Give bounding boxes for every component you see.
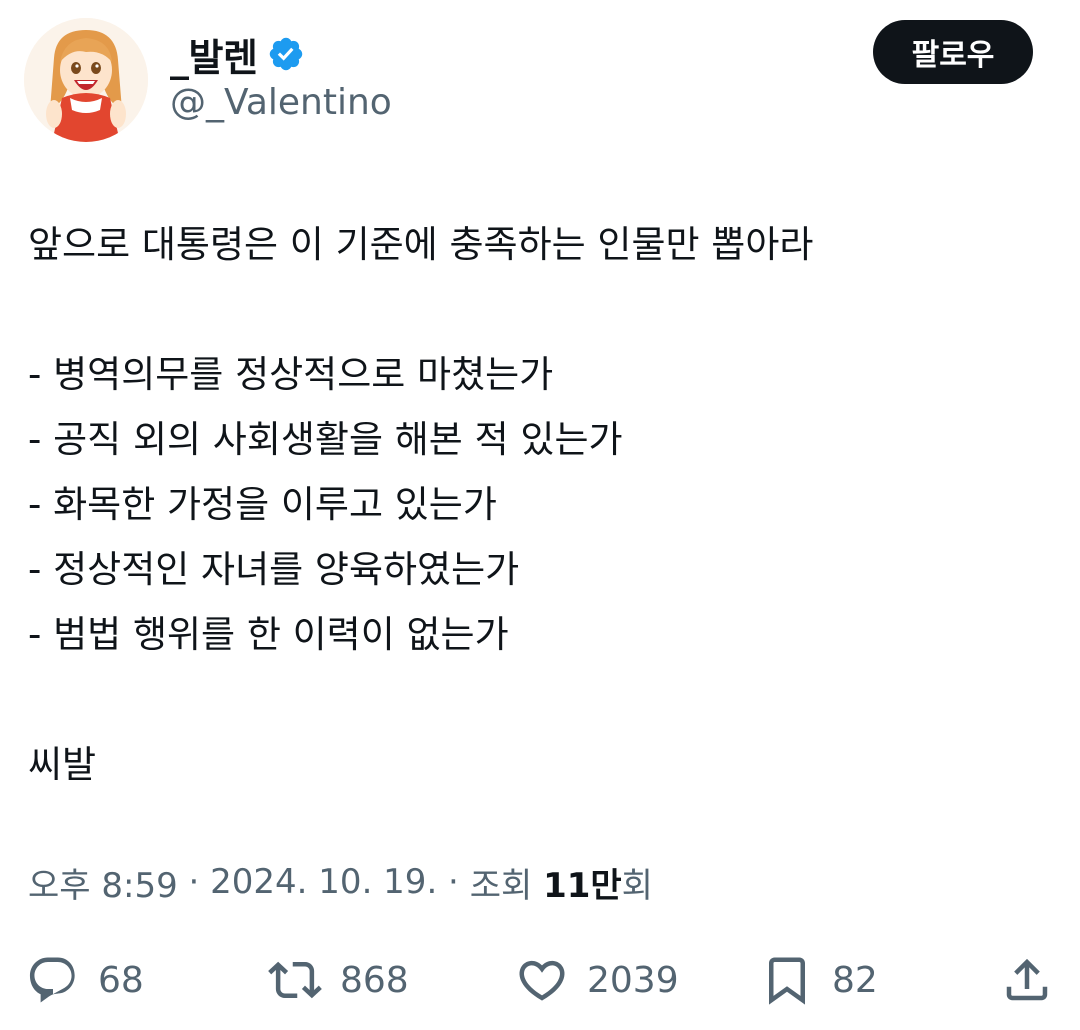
retweet-count: 868 [340,959,409,1001]
like-button[interactable]: 2039 [515,945,679,1015]
reply-button[interactable]: 68 [26,945,144,1015]
author-handle[interactable]: @_Valentino [170,82,392,123]
tweet-line: - 범법 행위를 한 이력이 없는가 [28,613,509,656]
verified-badge-icon [270,37,303,71]
author-display-name[interactable]: _발렌 [170,27,258,82]
meta-separator: · [437,862,470,902]
meta-separator: · [177,862,211,902]
tweet-line: - 정상적인 자녀를 양육하였는가 [28,548,520,591]
share-button[interactable] [1000,945,1054,1015]
retweet-button[interactable]: 868 [268,945,409,1015]
share-icon [1006,958,1048,1001]
reply-count: 68 [98,959,144,1001]
tweet-time[interactable]: 오후 8:59 [28,858,178,907]
tweet-line: - 공직 외의 사회생활을 해본 적 있는가 [28,418,623,461]
views-suffix: 회 [621,865,653,906]
views-count: 11만 [543,865,622,906]
tweet-line: - 화목한 가정을 이루고 있는가 [28,483,497,526]
action-bar: 68 868 2039 82 [0,945,1080,1015]
tweet-line: 씨발 [28,743,97,786]
bookmark-count: 82 [832,959,878,1001]
tweet-text: 앞으로 대통령은 이 기준에 충족하는 인물만 뽑아라 - 병역의무를 정상적으… [28,212,1048,797]
follow-button[interactable]: 팔로우 [873,20,1033,84]
tweet-date[interactable]: 2024. 10. 19. [210,862,437,902]
tweet-line: 앞으로 대통령은 이 기준에 충족하는 인물만 뽑아라 [28,223,814,266]
bookmark-icon [769,957,805,1005]
author-name-row[interactable]: _발렌 [170,26,305,82]
like-count: 2039 [587,959,679,1001]
tweet-meta: 오후 8:59 · 2024. 10. 19. · 조회 11만 회 [28,856,653,908]
avatar[interactable] [24,18,148,142]
views-label: 조회 [469,865,544,906]
tweet-line: - 병역의무를 정상적으로 마쳤는가 [28,353,554,396]
reply-icon [29,957,75,1003]
retweet-icon [268,961,322,999]
bookmark-button[interactable]: 82 [760,945,878,1015]
avatar-image [24,18,148,142]
heart-icon [519,960,565,1001]
